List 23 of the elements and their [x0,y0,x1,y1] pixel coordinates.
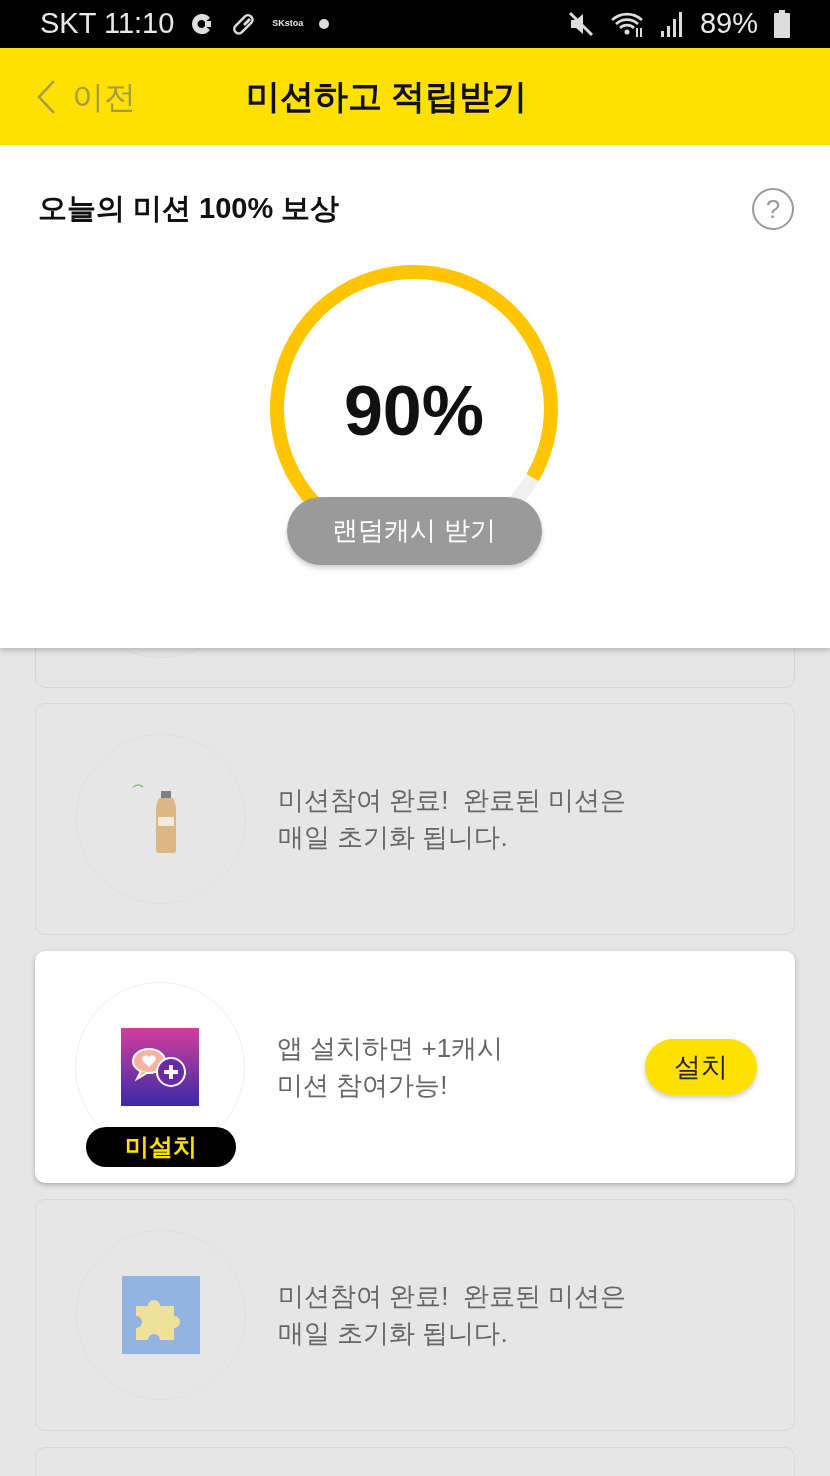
chevron-left-icon [36,78,56,115]
progress-percent: 90% [342,370,486,452]
battery-percent: 89% [699,6,758,42]
dot-icon [319,19,330,29]
mission-text: 미션참여 완료! 완료된 미션은 매일 초기화 됩니다. [278,1280,628,1350]
status-app-label: SKstoa [272,17,304,31]
mute-icon [567,11,594,37]
page-title: 미션하고 적립받기 [246,76,528,117]
mission-text: 앱 설치하면 +1캐시 미션 참여가능! [277,1032,505,1102]
battery-icon [774,10,790,38]
chat-app-icon [121,1028,199,1106]
install-button[interactable]: 설치 [645,1039,757,1095]
section-title: 오늘의 미션 100% 보상 [38,191,340,226]
signal-icon [659,11,684,37]
help-button[interactable]: ? [752,187,794,230]
wifi-icon [609,10,644,38]
mission-text: 미션참여 완료! 완료된 미션은 매일 초기화 됩니다. [278,784,628,854]
random-cash-button[interactable]: 랜덤캐시 받기 [286,496,542,565]
status-time: SKT 11:10 [40,6,175,42]
back-link[interactable]: 이전 [36,72,136,121]
pill-icon [230,11,257,37]
puzzle-icon [122,1276,200,1354]
status-badge: 미설치 [86,1127,236,1167]
